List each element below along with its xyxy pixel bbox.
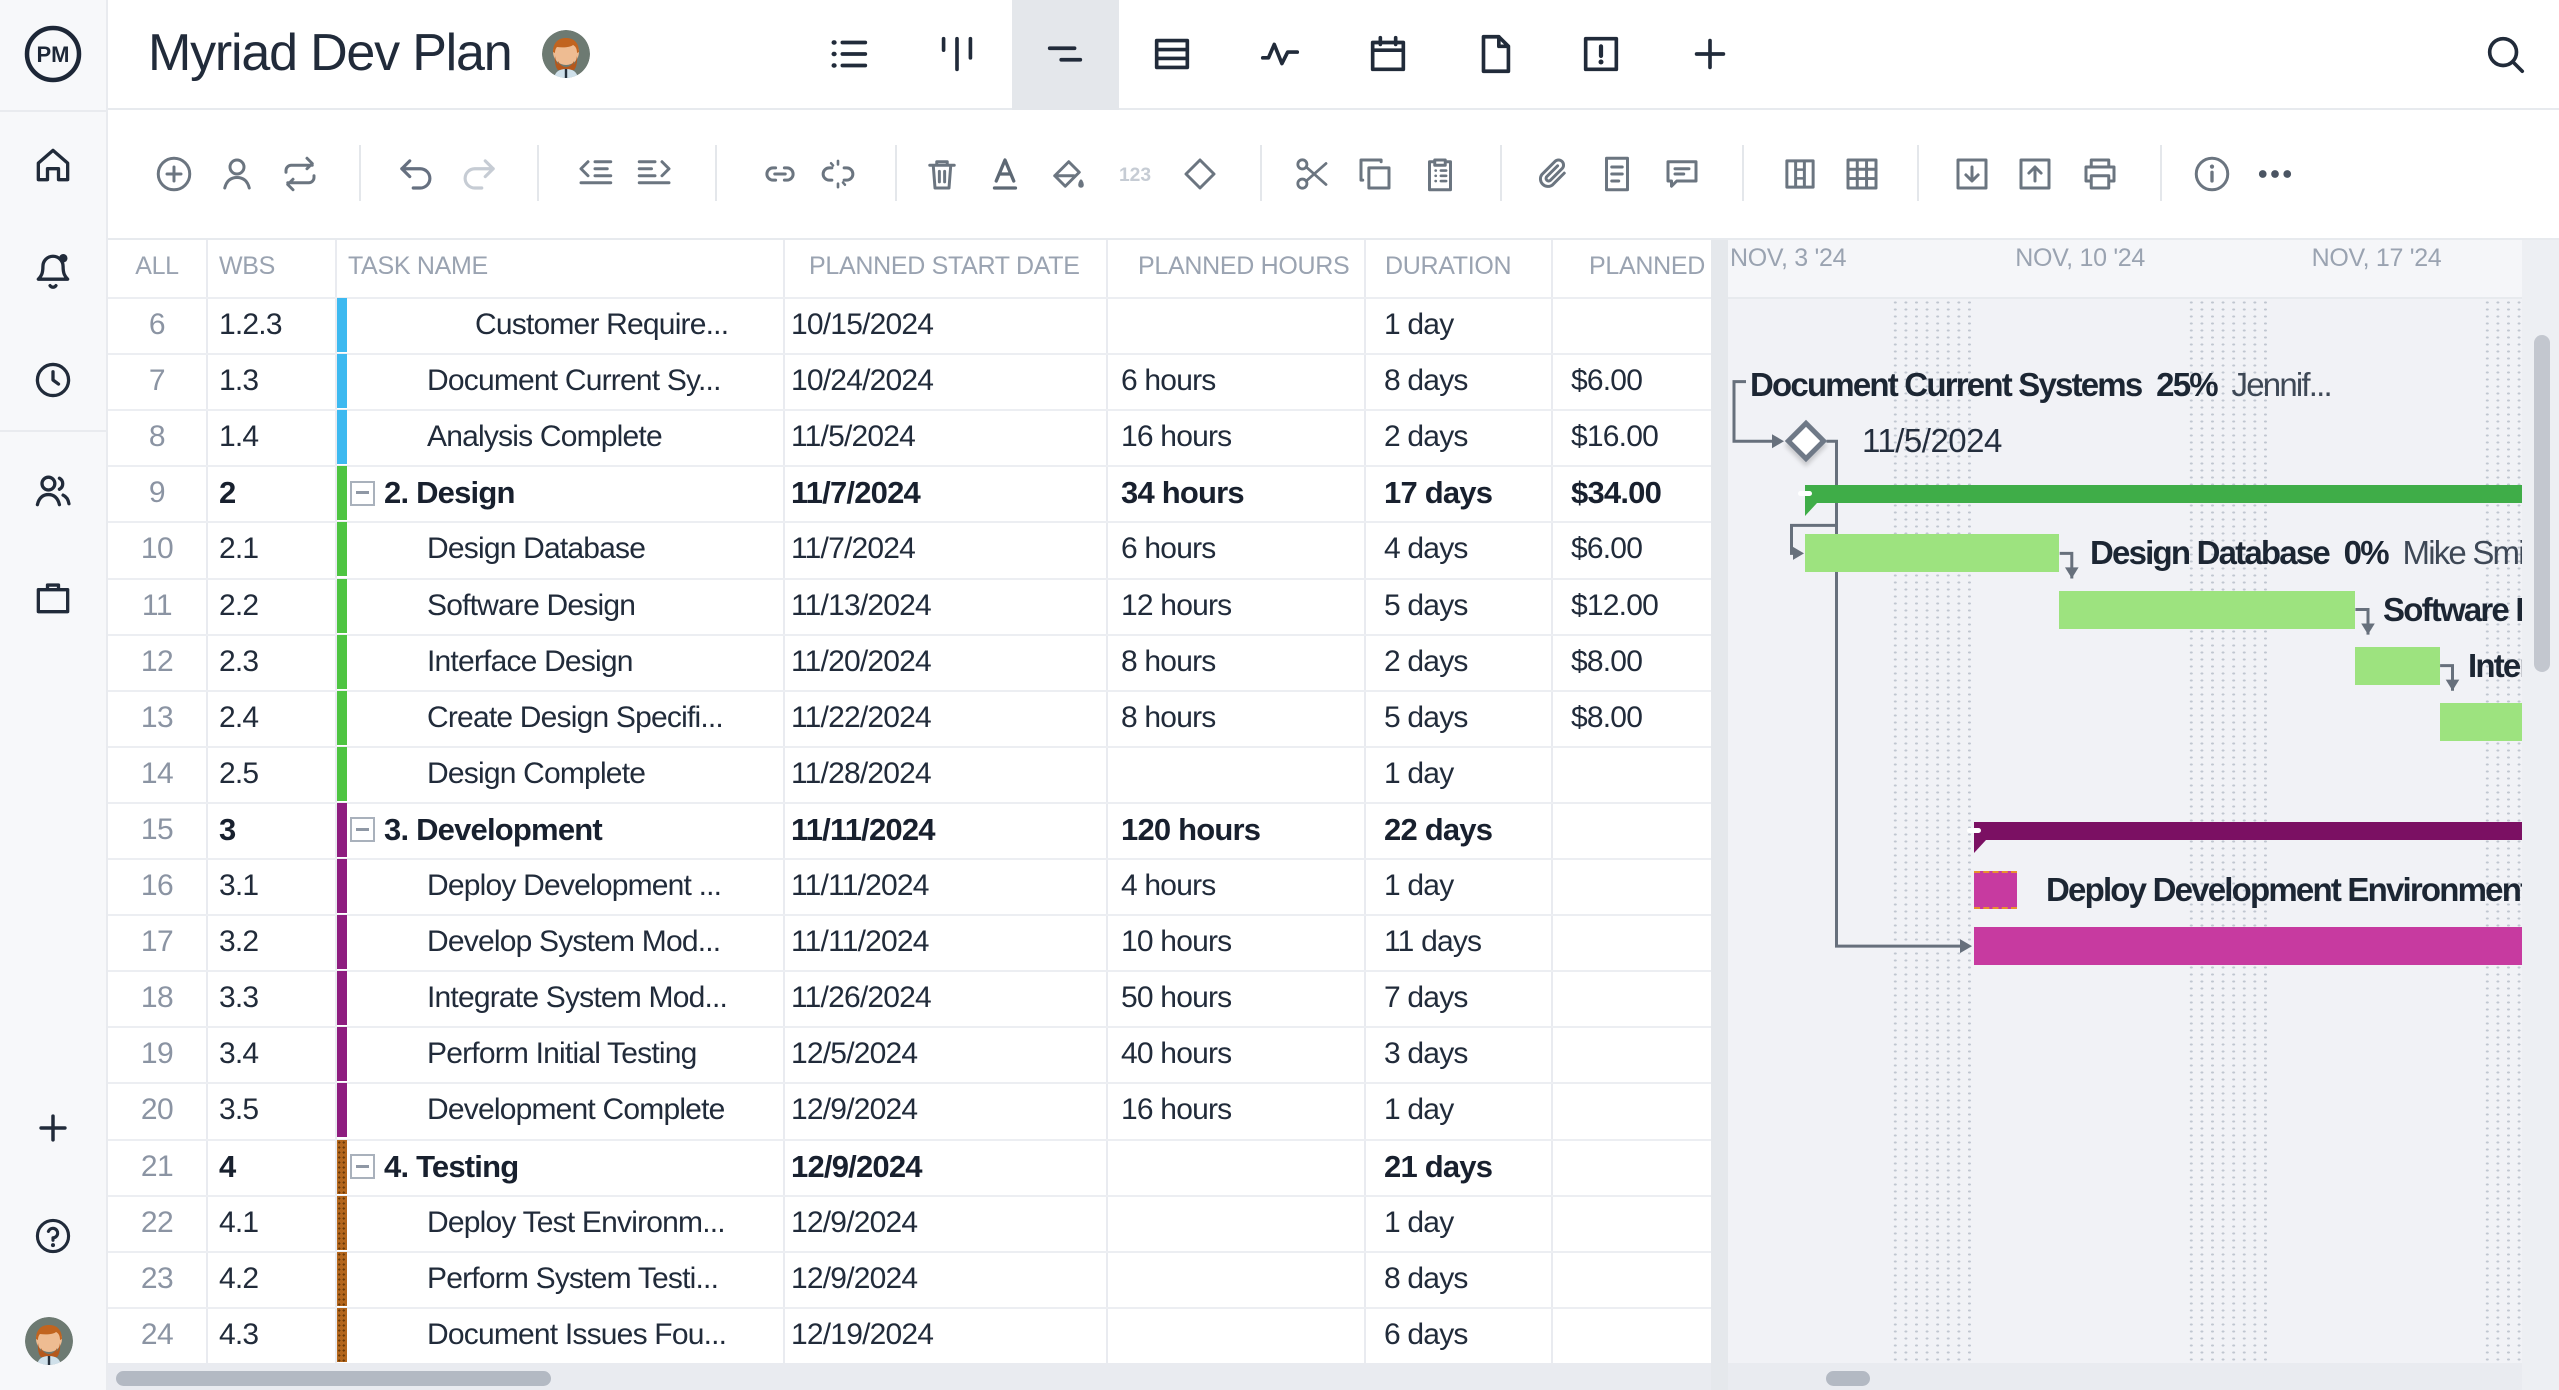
svg-text:PM: PM [37,42,70,67]
svg-text:123: 123 [1119,165,1151,186]
